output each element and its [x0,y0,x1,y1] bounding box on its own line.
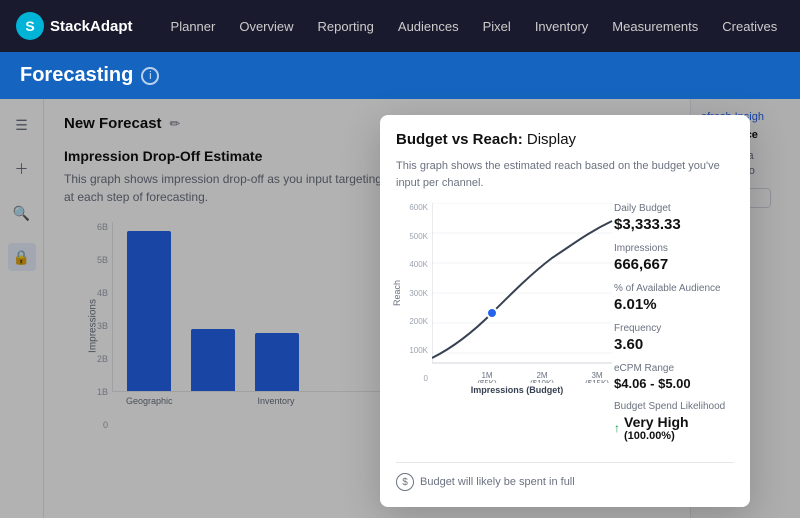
modal-body: 600K 500K 400K 300K 200K 100K 0 Reach [396,203,734,450]
modal-title: Budget vs Reach: Display [396,131,576,148]
stat-ecpm: eCPM Range $4.06 - $5.00 [614,363,734,391]
line-chart-y-ticks: 600K 500K 400K 300K 200K 100K 0 [396,203,428,383]
logo-text: StackAdapt [50,18,133,35]
stat-budget-spend: Budget Spend Likelihood ↑ Very High (100… [614,401,734,442]
stat-audience: % of Available Audience 6.01% [614,283,734,313]
nav-planner[interactable]: Planner [161,13,226,40]
nav-links: Planner Overview Reporting Audiences Pix… [161,13,788,40]
stat-frequency: Frequency 3.60 [614,323,734,353]
logo-icon: S [16,12,44,40]
logo[interactable]: S StackAdapt [16,12,133,40]
stat-daily-budget: Daily Budget $3,333.33 [614,203,734,233]
svg-text:($10K): ($10K) [530,379,554,383]
modal-footer: $ Budget will likely be spent in full [396,462,734,491]
nav-measurements[interactable]: Measurements [602,13,708,40]
info-icon[interactable]: i [141,67,159,85]
modal-subtitle: This graph shows the estimated reach bas… [396,158,734,191]
svg-text:($5K): ($5K) [477,379,497,383]
budget-reach-modal: Budget vs Reach: Display This graph show… [380,115,750,507]
page-title: Forecasting [20,64,133,87]
arrow-up-icon: ↑ [614,421,620,435]
nav-overview[interactable]: Overview [229,13,303,40]
nav-inventory[interactable]: Inventory [525,13,598,40]
stats-area: Daily Budget $3,333.33 Impressions 666,6… [614,203,734,450]
line-chart-area: 600K 500K 400K 300K 200K 100K 0 Reach [396,203,602,450]
svg-text:($15K): ($15K) [585,379,609,383]
page-title-bar: Forecasting i [0,52,800,99]
nav-audiences[interactable]: Audiences [388,13,469,40]
nav-reporting[interactable]: Reporting [308,13,384,40]
main-content: ☰ ＋ 🔍 🔒 New Forecast ✏ Impression Drop-O… [0,99,800,518]
x-axis-label: Impressions (Budget) [432,385,602,395]
nav-creatives[interactable]: Creatives [712,13,787,40]
dollar-icon: $ [396,473,414,491]
top-navigation: S StackAdapt Planner Overview Reporting … [0,0,800,52]
nav-pixel[interactable]: Pixel [473,13,521,40]
line-chart-svg: 1M ($5K) 2M ($10K) 3M ($15K) [432,203,632,383]
budget-spend-value: ↑ Very High (100.00%) [614,414,734,442]
stat-impressions: Impressions 666,667 [614,243,734,273]
